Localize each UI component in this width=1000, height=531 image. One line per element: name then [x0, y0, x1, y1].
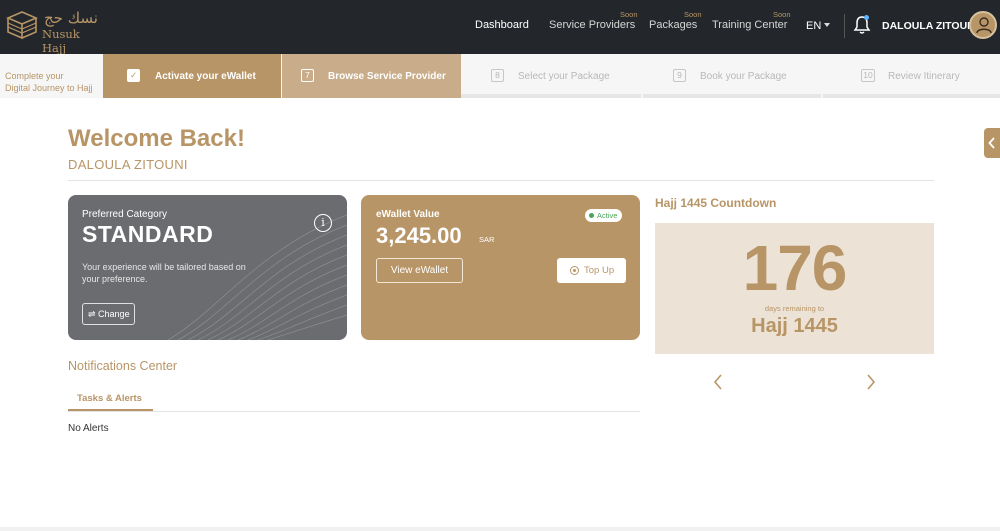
top-up-button[interactable]: Top Up — [557, 258, 626, 283]
section-divider — [68, 180, 934, 181]
page-title: Welcome Back! — [68, 125, 245, 152]
notifications-title: Notifications Center — [68, 359, 178, 373]
user-avatar-icon — [976, 17, 992, 34]
carousel-prev-icon[interactable] — [713, 374, 723, 390]
carousel-next-icon[interactable] — [866, 374, 876, 390]
countdown-card: 176 days remaining to Hajj 1445 — [655, 223, 934, 354]
tab-divider — [68, 411, 640, 412]
kaaba-logo-icon — [6, 11, 38, 40]
step-progress-track — [643, 94, 821, 98]
logo-arabic-text: نسك حج — [44, 9, 98, 27]
countdown-target: Hajj 1445 — [751, 315, 838, 337]
nav-dashboard[interactable]: Dashboard — [475, 19, 529, 31]
step-label: Browse Service Provider — [328, 71, 446, 82]
notification-dot — [864, 15, 869, 20]
category-description: Your experience will be tailored based o… — [82, 262, 246, 284]
step-number: 10 — [861, 69, 875, 82]
nav-packages[interactable]: Packages — [649, 19, 697, 31]
countdown-days: 176 — [742, 232, 848, 304]
welcome-user-name: DALOULA ZITOUNI — [68, 157, 188, 172]
empty-alerts-text: No Alerts — [68, 423, 109, 434]
preferred-category-card: Preferred Category STANDARD Your experie… — [68, 195, 347, 340]
top-up-label: Top Up — [584, 265, 615, 276]
step-label: Select your Package — [518, 71, 610, 82]
ewallet-currency: SAR — [479, 235, 495, 244]
step-select-package[interactable]: 8 Select your Package — [461, 54, 641, 98]
soon-badge-service-providers: Soon — [620, 10, 638, 19]
step-number: 7 — [301, 69, 314, 82]
side-panel-toggle[interactable] — [984, 128, 1000, 158]
category-label: Preferred Category — [82, 209, 168, 220]
step-book-package[interactable]: 9 Book your Package — [643, 54, 821, 98]
chevron-down-icon — [824, 23, 830, 27]
step-label: Review Itinerary — [888, 71, 960, 82]
ewallet-card: eWallet Value 3,245.00 SAR Active View e… — [361, 195, 640, 340]
status-badge-text: Active — [597, 211, 618, 220]
page-bottom-strip — [0, 527, 1000, 531]
view-ewallet-button[interactable]: View eWallet — [376, 258, 463, 283]
logo-english-text: Nusuk Hajj — [42, 27, 80, 55]
nav-training-center[interactable]: Training Center — [712, 19, 787, 31]
nav-divider — [844, 14, 845, 38]
step-label: Activate your eWallet — [155, 71, 256, 82]
journey-intro-line1: Complete your — [5, 71, 64, 81]
avatar[interactable] — [969, 11, 997, 39]
chevron-left-icon — [988, 137, 995, 149]
step-progress-track — [823, 94, 1000, 98]
journey-intro: Complete your Digital Journey to Hajj — [5, 70, 93, 94]
soon-badge-packages: Soon — [684, 10, 702, 19]
top-up-icon — [570, 266, 579, 275]
top-navigation-bar: نسك حج Nusuk Hajj Dashboard Soon Service… — [0, 0, 1000, 55]
info-icon[interactable]: i — [314, 214, 332, 232]
step-label: Book your Package — [700, 71, 787, 82]
language-selector[interactable]: EN — [806, 20, 821, 32]
step-browse-service-provider[interactable]: 7 Browse Service Provider — [282, 54, 461, 98]
change-category-button[interactable]: ⇌ Change — [82, 303, 135, 325]
category-value: STANDARD — [82, 221, 214, 247]
nav-service-providers[interactable]: Service Providers — [549, 19, 635, 31]
journey-steps-bar: Complete your Digital Journey to Hajj ✓ … — [0, 54, 1000, 98]
user-name[interactable]: DALOULA ZITOUNI — [882, 20, 978, 32]
step-activate-ewallet[interactable]: ✓ Activate your eWallet — [103, 54, 281, 98]
ewallet-label: eWallet Value — [376, 209, 440, 220]
step-review-itinerary[interactable]: 10 Review Itinerary — [822, 54, 1000, 98]
check-icon: ✓ — [127, 69, 140, 82]
step-number: 9 — [673, 69, 686, 82]
soon-badge-training-center: Soon — [773, 10, 791, 19]
tab-tasks-alerts[interactable]: Tasks & Alerts — [77, 393, 142, 404]
status-badge: Active — [585, 209, 623, 222]
step-progress-track — [461, 94, 641, 98]
nusuk-logo[interactable]: نسك حج Nusuk Hajj — [6, 8, 102, 55]
countdown-subtitle: days remaining to — [764, 304, 825, 313]
journey-intro-line2: Digital Journey to Hajj — [5, 83, 93, 93]
step-number: 8 — [491, 69, 504, 82]
countdown-title: Hajj 1445 Countdown — [655, 196, 777, 210]
status-dot-icon — [589, 213, 594, 218]
ewallet-balance: 3,245.00 — [376, 223, 462, 248]
